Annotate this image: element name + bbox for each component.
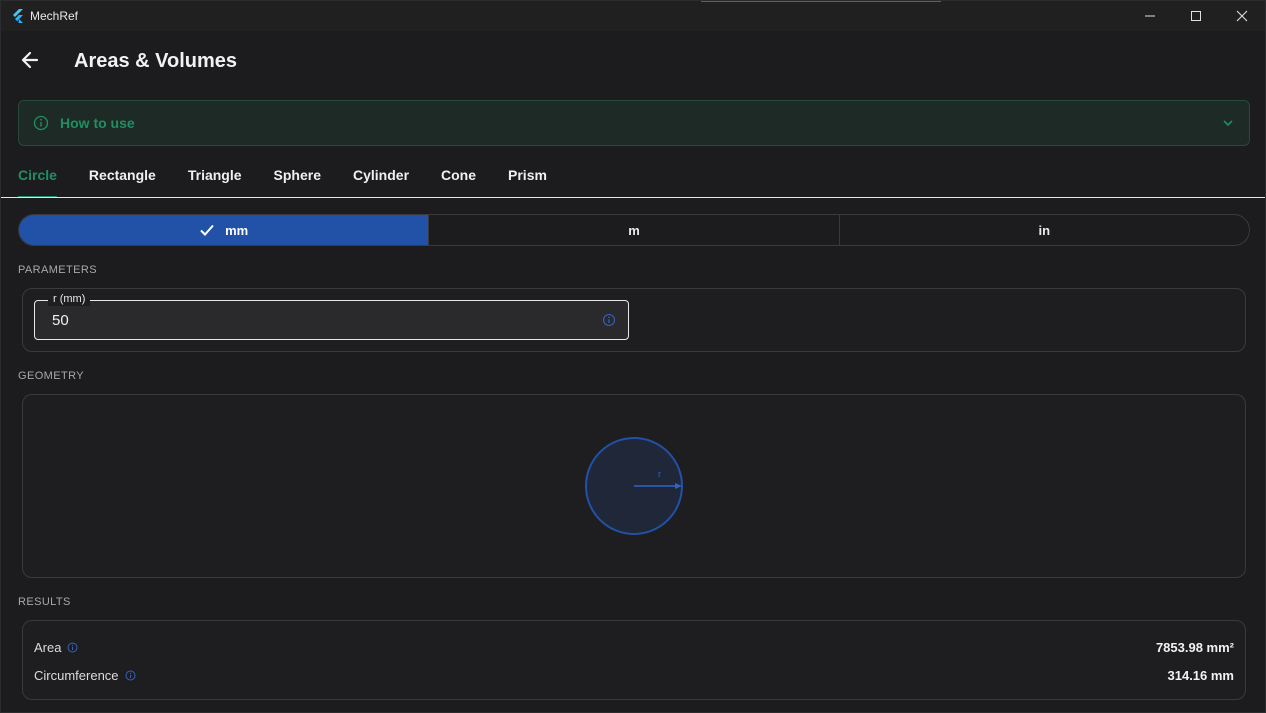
flutter-logo-icon	[13, 9, 23, 23]
circle-diagram: r	[585, 437, 683, 535]
title-accent-line	[701, 1, 941, 2]
info-icon[interactable]	[67, 642, 78, 653]
unit-mm-button[interactable]: mm	[19, 215, 430, 245]
how-to-use-expander[interactable]: How to use	[18, 100, 1250, 146]
tab-rectangle[interactable]: Rectangle	[89, 163, 156, 198]
check-icon	[200, 224, 214, 236]
radius-input[interactable]: 50	[52, 312, 69, 329]
maximize-button[interactable]	[1173, 1, 1219, 31]
result-name: Circumference	[34, 667, 119, 683]
result-value: 314.16 mm	[1167, 667, 1235, 683]
tab-triangle[interactable]: Triangle	[188, 163, 242, 198]
tab-sphere[interactable]: Sphere	[274, 163, 321, 198]
back-button[interactable]	[17, 47, 43, 73]
title-bar: MechRef	[1, 1, 1265, 31]
radius-field[interactable]: r (mm) 50	[34, 292, 629, 340]
radius-label: r	[658, 469, 661, 479]
info-icon	[33, 115, 49, 131]
close-icon	[1236, 10, 1248, 22]
tab-divider	[1, 197, 1265, 198]
chevron-down-icon	[1223, 120, 1233, 127]
result-row-area: Area 7853.98 mm²	[34, 637, 1234, 657]
unit-in-label: in	[1038, 222, 1051, 238]
arrow-back-icon	[21, 51, 39, 69]
unit-m-button[interactable]: m	[429, 215, 840, 245]
minimize-icon	[1145, 15, 1155, 17]
parameters-card: r (mm) 50	[22, 288, 1246, 352]
results-heading: RESULTS	[18, 596, 71, 608]
info-icon[interactable]	[602, 313, 616, 327]
app-header: Areas & Volumes	[1, 31, 1265, 93]
result-name: Area	[34, 639, 62, 655]
tab-cone[interactable]: Cone	[441, 163, 476, 198]
window-title: MechRef	[30, 9, 79, 23]
results-card: Area 7853.98 mm² Circumference 314.16 mm	[22, 620, 1246, 700]
unit-in-button[interactable]: in	[840, 215, 1249, 245]
result-row-circumference: Circumference 314.16 mm	[34, 665, 1234, 685]
tab-prism[interactable]: Prism	[508, 163, 547, 198]
info-icon[interactable]	[125, 670, 136, 681]
unit-selector: mm m in	[18, 214, 1250, 246]
how-to-use-label: How to use	[60, 115, 135, 131]
window-controls	[1127, 1, 1265, 31]
geometry-heading: GEOMETRY	[18, 370, 84, 382]
page-title: Areas & Volumes	[74, 50, 238, 72]
close-window-button[interactable]	[1219, 1, 1265, 31]
tab-circle[interactable]: Circle	[18, 163, 57, 198]
unit-m-label: m	[628, 222, 640, 238]
geometry-card: r	[22, 394, 1246, 578]
result-value: 7853.98 mm²	[1155, 639, 1234, 655]
unit-mm-label: mm	[225, 222, 249, 238]
parameters-heading: PARAMETERS	[18, 264, 97, 276]
maximize-icon	[1191, 11, 1201, 21]
shape-tabs: Circle Rectangle Triangle Sphere Cylinde…	[18, 163, 579, 198]
app-window: MechRef Areas & Volumes How to use Circl…	[0, 0, 1266, 713]
tab-cylinder[interactable]: Cylinder	[353, 163, 409, 198]
minimize-button[interactable]	[1127, 1, 1173, 31]
radius-field-label: r (mm)	[48, 292, 91, 306]
